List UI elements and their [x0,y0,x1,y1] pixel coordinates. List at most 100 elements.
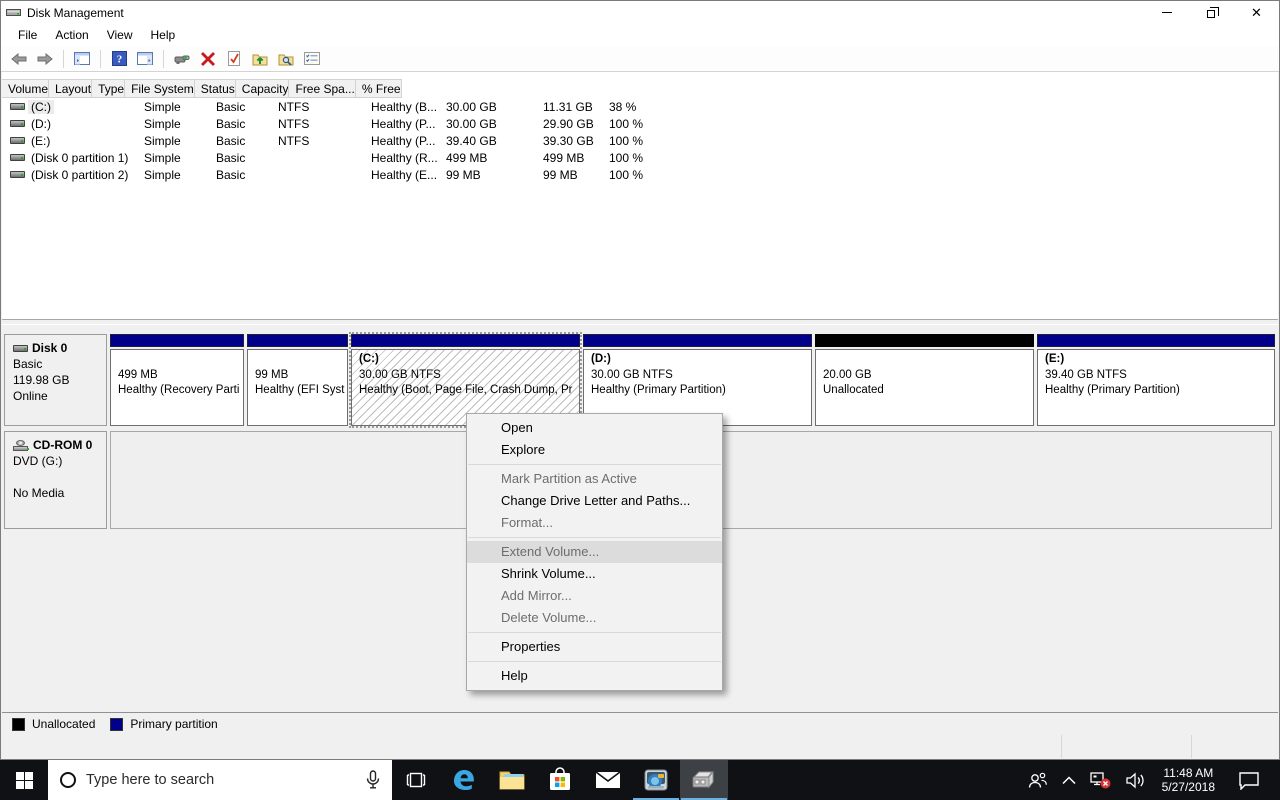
cdrom-icon [13,439,29,451]
menu-item[interactable]: Action [46,25,97,45]
legend-item: Primary partition [110,717,218,731]
open-folder-icon[interactable] [249,49,271,69]
column-header[interactable]: Layout [49,79,93,98]
explore-folder-icon[interactable] [275,49,297,69]
search-placeholder: Type here to search [86,772,215,788]
menu-item[interactable]: Help [142,25,185,45]
context-menu-item[interactable]: Help [467,665,722,687]
close-button[interactable]: ✕ [1234,1,1279,24]
volume-filesystem: NTFS [278,99,310,114]
volume-icon [10,137,25,144]
forward-icon[interactable] [34,49,56,69]
volume-icon[interactable] [1119,760,1153,800]
table-row[interactable]: (D:) Simple Basic NTFS Healthy (P... 30.… [2,115,1278,132]
legend-swatch [12,717,25,731]
context-menu-item[interactable]: Extend Volume... [467,541,722,563]
volume-status: Healthy (P... [371,116,436,131]
mail-button[interactable] [584,760,632,800]
volume-type: Basic [216,133,246,148]
context-menu: Open Explore Mark Partition as Active Chang… [466,413,723,691]
volume-status: Healthy (E... [371,167,438,182]
cdrom-label-panel[interactable]: CD-ROM 0 DVD (G:) No Media [4,431,107,529]
partition-letter [255,353,341,368]
context-menu-item[interactable]: Add Mirror... [467,585,722,607]
file-explorer-button[interactable] [488,760,536,800]
table-row[interactable]: (C:) Simple Basic NTFS Healthy (B... 30.… [2,98,1278,115]
toolbar-separator [100,49,101,68]
context-menu-item[interactable]: Open [467,417,722,439]
table-row[interactable]: (Disk 0 partition 2) Simple Basic Health… [2,166,1278,183]
partition-letter [118,353,237,368]
rescan-disks-icon[interactable] [171,49,193,69]
taskbar-search[interactable]: Type here to search [48,760,392,800]
disk-management-button[interactable] [680,760,728,800]
volume-percent-free: 100 % [609,133,644,148]
help-icon[interactable]: ? [108,49,130,69]
back-icon[interactable] [8,49,30,69]
context-menu-item[interactable]: Explore [467,439,722,461]
partition[interactable]: 99 MB Healthy (EFI Syst [247,334,348,426]
disk0-label-panel[interactable]: Disk 0 Basic 119.98 GB Online [4,334,107,426]
partition-box: (E:) 39.40 GB NTFS Healthy (Primary Part… [1037,349,1275,426]
network-error-icon[interactable] [1083,760,1119,800]
partition-size: 499 MB [118,369,158,381]
context-menu-item[interactable]: Mark Partition as Active [467,468,722,490]
disk-tool-button[interactable] [632,760,680,800]
action-pane-icon[interactable] [134,49,156,69]
volume-status: Healthy (P... [371,133,436,148]
column-header[interactable]: Capacity [235,79,290,98]
partition[interactable]: 20.00 GB Unallocated [815,334,1034,426]
context-menu-item[interactable]: Format... [467,512,722,534]
people-icon[interactable] [1021,760,1055,800]
edge-button[interactable] [440,760,488,800]
system-tray: 11:48 AM 5/27/2018 [1021,760,1280,800]
tray-clock[interactable]: 11:48 AM 5/27/2018 [1153,766,1224,794]
column-header[interactable]: % Free [355,79,402,98]
column-header[interactable]: Type [92,79,126,98]
volume-type: Basic [216,99,246,114]
volume-list-rows: (C:) Simple Basic NTFS Healthy (B... 30.… [2,98,1278,183]
table-row[interactable]: (Disk 0 partition 1) Simple Basic Health… [2,149,1278,166]
cortana-icon [60,772,76,788]
column-header[interactable]: File System [125,79,195,98]
console-tree-icon[interactable] [71,49,93,69]
chevron-up-icon[interactable] [1055,760,1083,800]
task-view-button[interactable] [392,760,440,800]
mark-partition-icon[interactable] [223,49,245,69]
menu-item[interactable]: View [98,25,142,45]
volume-type: Basic [216,116,246,131]
toolbar-separator [63,49,64,68]
minimize-button[interactable] [1144,1,1189,24]
context-menu-item[interactable]: Properties [467,636,722,658]
cdrom-media-status: No Media [13,486,65,500]
volume-list: Volume Layout Type File System Status Capacit… [2,72,1278,319]
microphone-icon[interactable] [366,770,380,790]
column-header[interactable]: Free Spa... [289,79,356,98]
context-menu-item[interactable]: Shrink Volume... [467,563,722,585]
volume-percent-free: 100 % [609,150,644,165]
delete-icon[interactable] [197,49,219,69]
context-menu-separator [468,632,721,633]
volume-name: (D:) [31,116,51,131]
partition-color-bar [815,334,1034,347]
clock-time: 11:48 AM [1163,766,1214,780]
properties-icon[interactable] [301,49,323,69]
column-header[interactable]: Volume [2,79,50,98]
window-bottom-strip [2,735,1278,758]
table-row[interactable]: (E:) Simple Basic NTFS Healthy (P... 39.… [2,132,1278,149]
partition-status: Healthy (Boot, Page File, Crash Dump, Pr [359,384,573,396]
context-menu-item[interactable]: Delete Volume... [467,607,722,629]
start-button[interactable] [0,760,48,800]
store-button[interactable] [536,760,584,800]
partition[interactable]: 499 MB Healthy (Recovery Parti [110,334,244,426]
restore-button[interactable] [1189,1,1234,24]
volume-capacity: 30.00 GB [446,116,497,131]
menu-item[interactable]: File [9,25,46,45]
partition[interactable]: (E:) 39.40 GB NTFS Healthy (Primary Part… [1037,334,1275,426]
context-menu-item[interactable]: Change Drive Letter and Paths... [467,490,722,512]
action-center-icon[interactable] [1224,760,1274,800]
column-header[interactable]: Status [194,79,236,98]
titlebar: Disk Management ✕ [1,1,1279,24]
partition-box: 20.00 GB Unallocated [815,349,1034,426]
partition-status: Unallocated [823,384,884,396]
